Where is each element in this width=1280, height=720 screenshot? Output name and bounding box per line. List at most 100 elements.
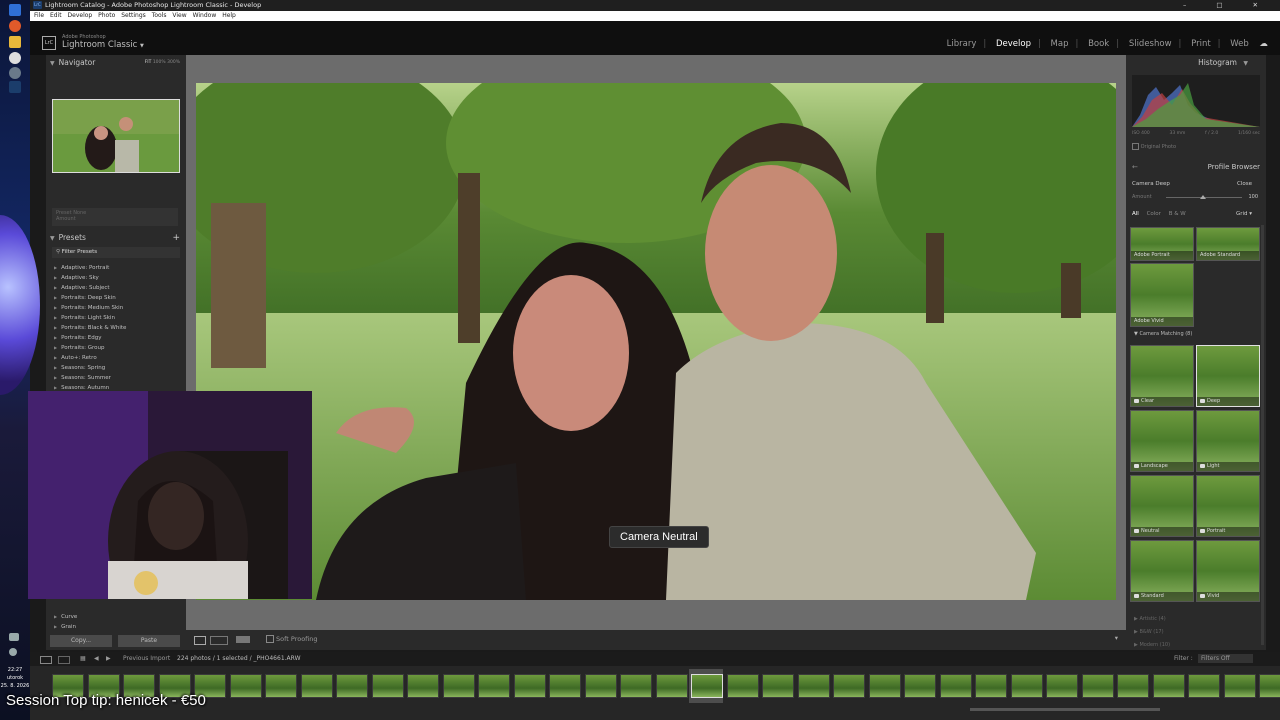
filmstrip-cell[interactable] <box>831 669 865 703</box>
filmstrip-cell[interactable] <box>867 669 901 703</box>
amount-slider-thumb[interactable] <box>1200 195 1206 199</box>
profile-thumb-landscape[interactable]: Landscape <box>1130 410 1194 472</box>
filmstrip-cell[interactable] <box>654 669 688 703</box>
preset-group[interactable]: ▶ Adaptive: Sky <box>54 273 179 283</box>
chrome-icon[interactable] <box>9 52 21 64</box>
histogram-header[interactable]: Histogram ▼ <box>1126 56 1266 70</box>
profile-amount-value[interactable]: 100 <box>1248 194 1258 200</box>
filmstrip-thumbnail[interactable] <box>407 674 439 698</box>
filmstrip-cell[interactable] <box>1257 669 1280 703</box>
filmstrip-thumbnail[interactable] <box>1010 674 1043 698</box>
folder-icon[interactable] <box>9 36 21 48</box>
filmstrip-cell[interactable] <box>973 669 1007 703</box>
nav-zoom-300[interactable]: 300% <box>167 60 180 65</box>
nav-zoom-100[interactable]: 100% <box>153 60 166 65</box>
preset-group[interactable]: ▶ Adaptive: Portrait <box>54 263 179 273</box>
maximize-icon[interactable]: □ <box>1216 1 1236 9</box>
filmstrip-thumbnail[interactable] <box>300 674 333 698</box>
firefox-icon[interactable] <box>9 20 21 32</box>
view-mode-dropdown[interactable]: Grid ▾ <box>1236 211 1252 217</box>
filmstrip-thumbnail[interactable] <box>975 674 1007 698</box>
module-web[interactable]: Web <box>1230 39 1249 49</box>
menu-view[interactable]: View <box>172 12 186 19</box>
profile-thumb-adobe-standard[interactable]: Adobe Standard <box>1196 227 1260 261</box>
copy-button[interactable]: Copy... <box>50 635 112 647</box>
filmstrip-thumbnail[interactable] <box>229 674 262 698</box>
menu-window[interactable]: Window <box>193 12 217 19</box>
filter-dropdown[interactable]: Filters Off <box>1198 654 1253 663</box>
profile-thumb-vivid[interactable]: Vivid <box>1196 540 1260 602</box>
filmstrip-thumbnail[interactable] <box>797 674 830 698</box>
start-icon[interactable] <box>9 4 21 16</box>
preset-group[interactable]: ▶ Portraits: Group <box>54 343 179 353</box>
preset-group[interactable]: ▶ Adaptive: Subject <box>54 283 179 293</box>
filmstrip-thumbnail[interactable] <box>1081 674 1114 698</box>
filmstrip-cell[interactable] <box>263 669 297 703</box>
preset-group[interactable]: ▶ Portraits: Medium Skin <box>54 303 179 313</box>
profile-thumb-deep[interactable]: Deep <box>1196 345 1260 407</box>
menu-tools[interactable]: Tools <box>152 12 167 19</box>
menu-settings[interactable]: Settings <box>121 12 146 19</box>
filmstrip-thumbnail[interactable] <box>1259 674 1280 698</box>
filmstrip-thumbnail[interactable] <box>655 674 688 698</box>
filmstrip-cell[interactable] <box>1186 669 1220 703</box>
preset-group[interactable]: ▶ Seasons: Summer <box>54 373 179 383</box>
filmstrip-cell[interactable] <box>405 669 439 703</box>
filmstrip-thumbnail[interactable] <box>904 674 936 698</box>
profile-thumb-clear[interactable]: Clear <box>1130 345 1194 407</box>
second-window-icon[interactable] <box>58 656 70 664</box>
filmstrip-thumbnail[interactable] <box>762 674 794 698</box>
tray-settings-icon[interactable] <box>9 648 17 656</box>
group-artistic[interactable]: ▶ Artistic (4) <box>1134 616 1166 622</box>
filmstrip-thumbnail[interactable] <box>1188 674 1220 698</box>
filmstrip-thumbnail[interactable] <box>1046 674 1078 698</box>
filmstrip-thumbnail[interactable] <box>371 674 404 698</box>
filmstrip-cell[interactable] <box>760 669 794 703</box>
preset-group[interactable]: ▶ Portraits: Deep Skin <box>54 293 179 303</box>
tray-network-icon[interactable] <box>9 633 19 641</box>
preset-group[interactable]: ▶ Seasons: Spring <box>54 363 179 373</box>
module-develop[interactable]: Develop <box>996 39 1031 49</box>
main-window-icon[interactable] <box>40 656 52 664</box>
filmstrip-cell[interactable] <box>441 669 475 703</box>
before-after-view-icon[interactable] <box>210 636 228 645</box>
group-modern[interactable]: ▶ Modern (10) <box>1134 642 1170 648</box>
presets-header[interactable]: ▼ Presets + <box>46 231 186 245</box>
filmstrip-source[interactable]: Previous Import <box>123 652 170 666</box>
filmstrip-thumbnail[interactable] <box>336 674 368 698</box>
filmstrip-cell[interactable] <box>547 669 581 703</box>
filmstrip-cell[interactable] <box>512 669 546 703</box>
menu-develop[interactable]: Develop <box>68 12 93 19</box>
back-icon[interactable]: ← <box>1132 160 1138 174</box>
filter-color[interactable]: Color <box>1147 211 1161 217</box>
module-map[interactable]: Map <box>1051 39 1069 49</box>
original-photo-checkbox[interactable] <box>1132 143 1139 150</box>
loupe-view-icon[interactable] <box>194 636 206 645</box>
grain-panel-header[interactable]: ▶ Grain <box>54 622 76 632</box>
filmstrip-thumbnail[interactable] <box>1152 674 1185 698</box>
soft-proofing-checkbox[interactable] <box>266 635 274 643</box>
filmstrip-thumbnail[interactable] <box>833 674 865 698</box>
module-print[interactable]: Print <box>1191 39 1211 49</box>
menu-photo[interactable]: Photo <box>98 12 115 19</box>
filmstrip-cell[interactable] <box>1115 669 1149 703</box>
original-photo-toggle[interactable]: Original Photo <box>1132 143 1176 150</box>
filmstrip-thumbnail[interactable] <box>1117 674 1149 698</box>
filmstrip-cell[interactable] <box>1080 669 1114 703</box>
profile-thumb-standard[interactable]: Standard <box>1130 540 1194 602</box>
filmstrip-thumbnail[interactable] <box>691 674 723 698</box>
navigator-preview[interactable] <box>52 99 180 173</box>
filmstrip-scrollbar[interactable] <box>970 708 1160 711</box>
close-icon[interactable]: ✕ <box>1253 1 1272 9</box>
menu-help[interactable]: Help <box>222 12 236 19</box>
camera-matching-group[interactable]: ▼ Camera Matching (8) <box>1134 331 1192 337</box>
lightroom-taskbar-icon[interactable] <box>9 81 21 93</box>
module-slideshow[interactable]: Slideshow <box>1129 39 1172 49</box>
filmstrip-cell[interactable] <box>1151 669 1185 703</box>
module-book[interactable]: Book <box>1088 39 1109 49</box>
cloud-icon[interactable]: ☁ <box>1260 39 1269 49</box>
back-arrow-icon[interactable]: ◀ <box>94 652 99 666</box>
filmstrip-cell[interactable] <box>299 669 333 703</box>
filmstrip-cell[interactable] <box>725 669 759 703</box>
profile-thumb-light[interactable]: Light <box>1196 410 1260 472</box>
